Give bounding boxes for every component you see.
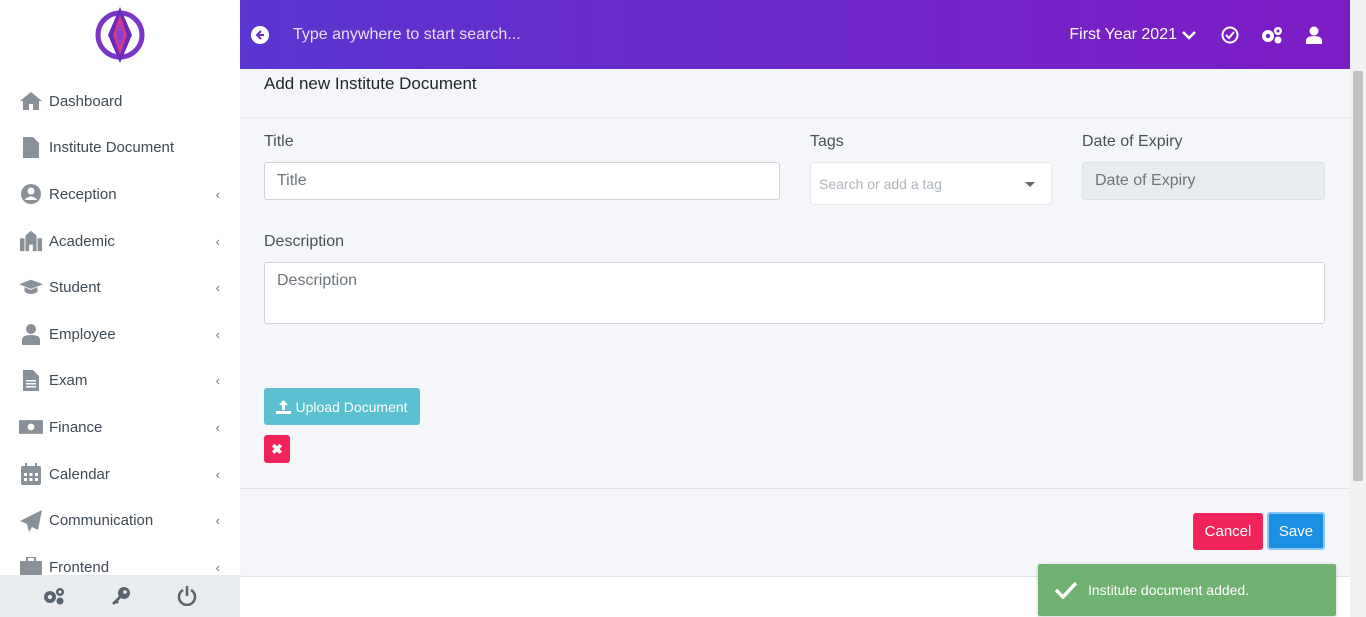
chevron-left-icon: ‹ bbox=[215, 326, 220, 342]
sidebar: Dashboard Institute Document Reception ‹… bbox=[0, 0, 240, 617]
session-dropdown[interactable]: First Year 2021 bbox=[1069, 26, 1196, 44]
check-icon bbox=[1054, 581, 1078, 599]
cancel-button[interactable]: Cancel bbox=[1193, 513, 1263, 550]
chevron-left-icon: ‹ bbox=[215, 559, 220, 575]
user-circle-icon bbox=[19, 183, 43, 205]
divider bbox=[240, 117, 1350, 118]
sidebar-nav: Dashboard Institute Document Reception ‹… bbox=[0, 78, 240, 591]
search-input[interactable]: Type anywhere to start search... bbox=[293, 26, 521, 44]
file-icon bbox=[19, 137, 43, 159]
home-icon bbox=[19, 90, 43, 112]
page-title: Add new Institute Document bbox=[264, 74, 477, 93]
sidebar-item-label: Communication bbox=[49, 512, 154, 530]
toast-message: Institute document added. bbox=[1088, 582, 1250, 598]
sidebar-item-label: Exam bbox=[49, 372, 88, 390]
upload-label: Upload Document bbox=[295, 398, 408, 415]
chevron-left-icon: ‹ bbox=[215, 186, 220, 202]
back-arrow-icon[interactable] bbox=[251, 25, 269, 44]
cogs-icon[interactable] bbox=[43, 587, 65, 605]
sidebar-item-employee[interactable]: Employee ‹ bbox=[0, 311, 240, 358]
chevron-left-icon: ‹ bbox=[215, 466, 220, 482]
chevron-left-icon: ‹ bbox=[215, 280, 220, 296]
money-bill-icon bbox=[19, 416, 43, 438]
upload-icon bbox=[276, 399, 292, 414]
sidebar-item-academic[interactable]: Academic ‹ bbox=[0, 218, 240, 265]
expiry-label: Date of Expiry bbox=[1082, 133, 1183, 150]
sidebar-item-label: Institute Document bbox=[49, 139, 175, 157]
remove-file-button[interactable]: ✖ bbox=[264, 435, 290, 463]
key-icon[interactable] bbox=[111, 586, 131, 606]
top-header: Type anywhere to start search... First Y… bbox=[240, 0, 1350, 69]
sidebar-item-label: Frontend bbox=[49, 558, 110, 576]
caret-down-icon bbox=[1025, 182, 1035, 187]
chevron-down-icon bbox=[1182, 30, 1196, 40]
sidebar-item-label: Employee bbox=[49, 325, 116, 343]
check-circle-icon[interactable] bbox=[1221, 26, 1239, 44]
sidebar-item-student[interactable]: Student ‹ bbox=[0, 264, 240, 311]
page-scrollbar[interactable] bbox=[1350, 0, 1366, 617]
app-logo[interactable] bbox=[94, 5, 146, 65]
power-icon[interactable] bbox=[177, 586, 197, 606]
tags-placeholder: Search or add a tag bbox=[819, 175, 942, 192]
calendar-icon bbox=[19, 463, 43, 486]
sidebar-item-dashboard[interactable]: Dashboard bbox=[0, 78, 240, 125]
upload-document-button[interactable]: Upload Document bbox=[264, 388, 420, 425]
scrollbar-thumb[interactable] bbox=[1353, 71, 1363, 481]
sidebar-item-communication[interactable]: Communication ‹ bbox=[0, 497, 240, 544]
success-toast[interactable]: Institute document added. bbox=[1038, 564, 1336, 616]
settings-icon[interactable] bbox=[1261, 26, 1283, 44]
tags-label: Tags bbox=[810, 133, 844, 150]
add-document-card: Add new Institute Document Title Title T… bbox=[240, 69, 1350, 575]
sidebar-footer bbox=[0, 575, 240, 617]
sidebar-item-reception[interactable]: Reception ‹ bbox=[0, 171, 240, 218]
user-tie-icon bbox=[19, 323, 43, 346]
chevron-left-icon: ‹ bbox=[215, 373, 220, 389]
chevron-left-icon: ‹ bbox=[215, 419, 220, 435]
sidebar-item-label: Academic bbox=[49, 232, 115, 250]
file-alt-icon bbox=[19, 370, 43, 392]
user-icon[interactable] bbox=[1306, 26, 1322, 44]
sidebar-item-label: Dashboard bbox=[49, 92, 123, 110]
sidebar-item-calendar[interactable]: Calendar ‹ bbox=[0, 451, 240, 498]
sidebar-item-label: Student bbox=[49, 279, 101, 297]
divider bbox=[240, 488, 1350, 489]
sidebar-item-finance[interactable]: Finance ‹ bbox=[0, 404, 240, 451]
session-label: First Year 2021 bbox=[1069, 25, 1177, 43]
chevron-left-icon: ‹ bbox=[215, 233, 220, 249]
graduation-cap-icon bbox=[19, 277, 43, 299]
sidebar-item-label: Finance bbox=[49, 418, 103, 436]
chevron-left-icon: ‹ bbox=[215, 513, 220, 529]
title-label: Title bbox=[264, 133, 294, 150]
paper-plane-icon bbox=[19, 509, 43, 532]
sidebar-item-label: Calendar bbox=[49, 465, 110, 483]
expiry-date-input[interactable]: Date of Expiry bbox=[1082, 162, 1325, 200]
title-input[interactable]: Title bbox=[264, 162, 780, 200]
school-icon bbox=[19, 230, 43, 252]
description-label: Description bbox=[264, 233, 345, 250]
tags-select[interactable]: Search or add a tag bbox=[810, 162, 1052, 205]
save-button[interactable]: Save bbox=[1267, 512, 1325, 550]
sidebar-item-label: Reception bbox=[49, 185, 117, 203]
description-textarea[interactable]: Description bbox=[264, 262, 1325, 324]
sidebar-item-exam[interactable]: Exam ‹ bbox=[0, 358, 240, 405]
sidebar-item-institute-document[interactable]: Institute Document bbox=[0, 125, 240, 172]
